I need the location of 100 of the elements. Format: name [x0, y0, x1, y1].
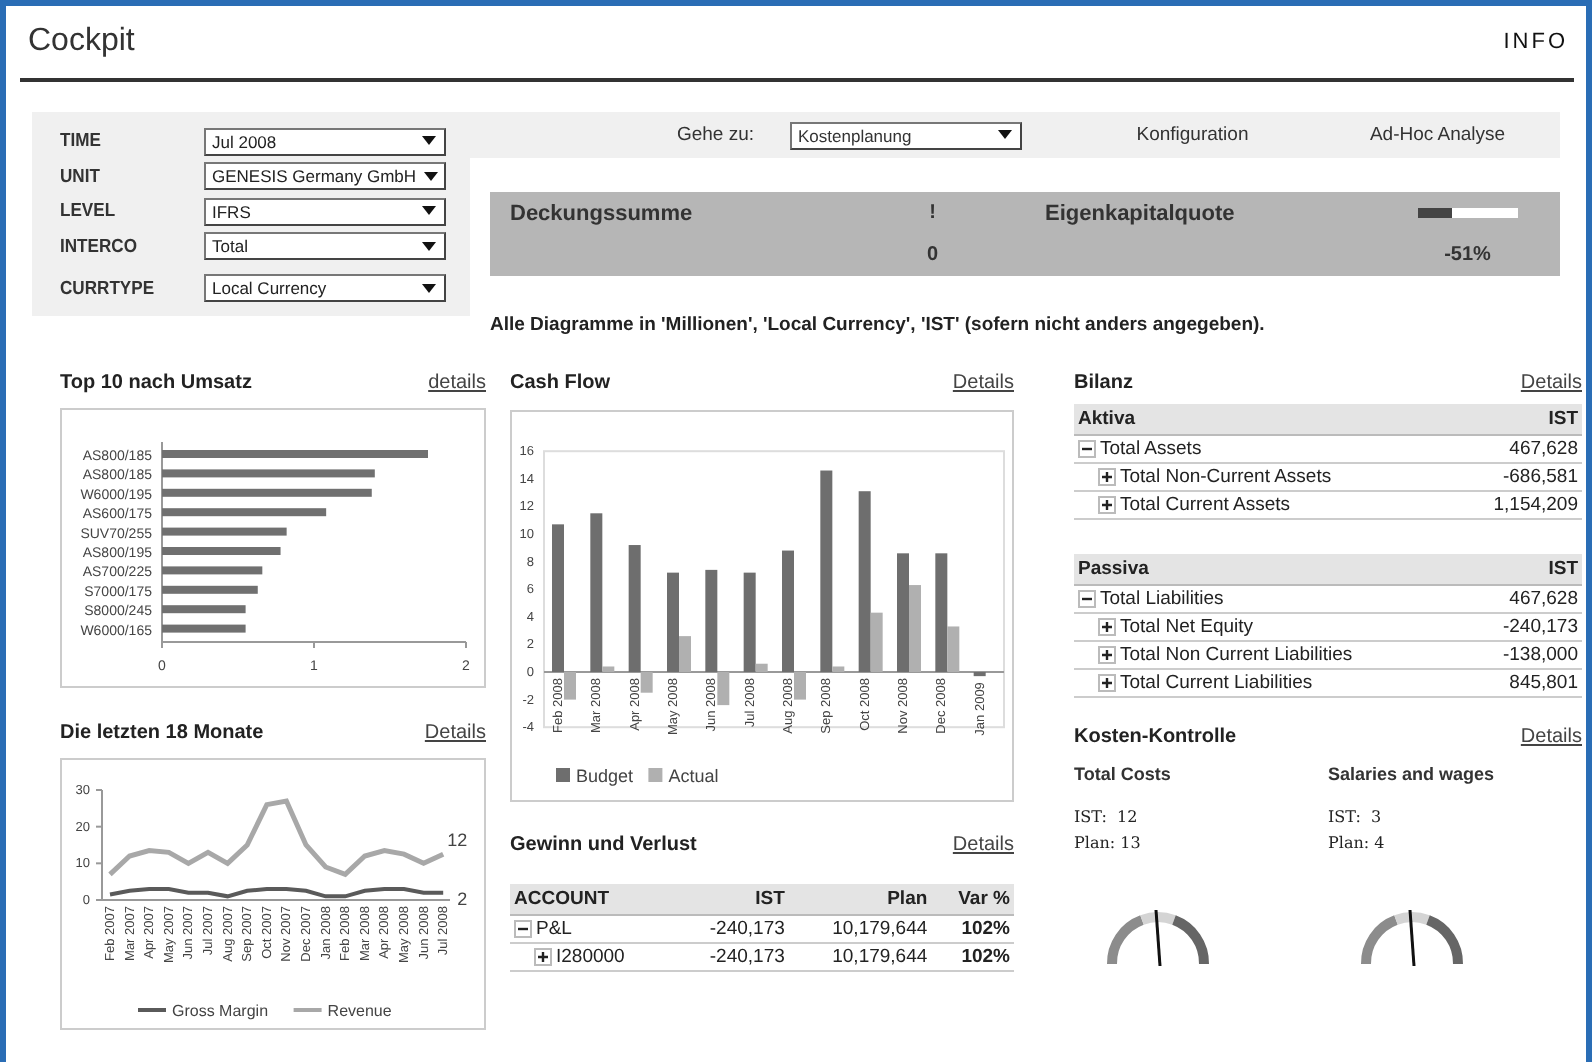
note-text: Alle Diagramme in 'Millionen', 'Local Currency', 'IST' (sofern nicht anders angegeben).: [490, 314, 1265, 336]
dropdown[interactable]: Kostenplanung: [790, 121, 1022, 149]
bar: [162, 624, 246, 633]
bar: [973, 672, 986, 677]
table-cell: 1,154,209: [1449, 491, 1582, 519]
details-link[interactable]: Details: [952, 372, 1014, 394]
account-name: Total Assets: [1100, 438, 1202, 460]
account-name: I280000: [556, 946, 625, 968]
bar: [162, 547, 281, 555]
account-name: Total Non Current Liabilities: [1120, 644, 1353, 666]
caret-icon: [422, 136, 436, 147]
panel-title: Kosten-Kontrolle: [1074, 726, 1237, 748]
collapse-icon[interactable]: [1078, 590, 1096, 608]
table-cell: 102%: [931, 943, 1014, 971]
dropdown[interactable]: Local Currency: [204, 274, 446, 302]
cost-value: IST: 3: [1328, 806, 1384, 830]
filter-label: INTERCO: [60, 235, 139, 258]
legend-label: Actual: [668, 766, 719, 786]
panel-title: Cash Flow: [510, 372, 611, 394]
goto-label: Gehe zu:: [674, 124, 756, 146]
expand-icon[interactable]: [1098, 618, 1116, 636]
section-header: Passiva: [1074, 554, 1467, 585]
value-label: 2: [457, 888, 468, 909]
logo: INFO: [1503, 30, 1568, 54]
legend-label: Revenue: [327, 1002, 392, 1020]
expand-icon[interactable]: [1098, 646, 1116, 664]
filter-label: UNIT: [60, 165, 102, 188]
cost-value: IST: 12: [1074, 806, 1140, 830]
panel-title: Gewinn und Verlust: [510, 834, 697, 856]
table-cell: 10,179,644: [788, 915, 932, 943]
bar: [162, 585, 258, 594]
gauge-drawing: [1361, 909, 1463, 967]
legend-swatch: [556, 768, 570, 782]
filter-label: LEVEL: [60, 200, 118, 223]
table-cell: -138,000: [1466, 641, 1582, 669]
table-cell: -240,173: [674, 943, 789, 971]
column-header: Plan: [788, 884, 932, 915]
cost-title: Salaries and wages: [1328, 764, 1497, 784]
nav-link[interactable]: Ad-Hoc Analyse: [1315, 124, 1560, 146]
column-header: IST: [1466, 554, 1582, 585]
details-link[interactable]: Details: [952, 834, 1014, 856]
kpi-value: 0: [924, 244, 941, 266]
collapse-icon[interactable]: [514, 920, 532, 938]
bar: [162, 605, 246, 614]
table-cell: 102%: [931, 915, 1014, 943]
legend-label: Budget: [576, 766, 634, 786]
column-header: IST: [1449, 404, 1582, 435]
cost-value: Plan: 4: [1328, 832, 1387, 856]
panel-title: Die letzten 18 Monate: [60, 722, 264, 744]
dropdown[interactable]: Jul 2008: [204, 127, 446, 156]
account-name: Total Current Liabilities: [1120, 672, 1313, 694]
panel-title: Bilanz: [1074, 372, 1133, 394]
bar: [162, 527, 287, 536]
caret-icon: [422, 206, 436, 217]
table-cell: 467,628: [1449, 435, 1582, 463]
panel-title: Top 10 nach Umsatz: [60, 372, 252, 394]
account-name: P&L: [536, 918, 572, 940]
cost-value: Plan: 13: [1074, 832, 1143, 856]
table-cell: -240,173: [674, 915, 789, 943]
table-cell: 845,801: [1466, 669, 1582, 697]
status-indicator: !: [927, 202, 938, 224]
column-header: ACCOUNT: [510, 884, 675, 915]
section-header: Aktiva: [1074, 404, 1450, 435]
details-link[interactable]: details: [428, 372, 486, 394]
nav-link[interactable]: Konfiguration: [1070, 124, 1315, 146]
legend-swatch: [648, 768, 663, 782]
table-cell: -240,173: [1466, 613, 1582, 641]
legend-label: Gross Margin: [172, 1002, 269, 1020]
caret-icon: [422, 241, 436, 252]
value-label: 12: [447, 830, 468, 851]
details-link[interactable]: Details: [1520, 372, 1582, 394]
caret-icon: [998, 130, 1012, 140]
column-header: Var %: [931, 884, 1014, 915]
account-name: Total Liabilities: [1100, 588, 1224, 610]
details-link[interactable]: Details: [424, 722, 486, 744]
dropdown[interactable]: GENESIS Germany GmbH: [204, 162, 446, 191]
collapse-icon[interactable]: [1078, 440, 1096, 458]
kpi-value: -51%: [1442, 244, 1493, 266]
column-header: IST: [674, 884, 789, 915]
account-name: Total Net Equity: [1120, 616, 1254, 638]
kpi-title: Deckungssumme: [510, 201, 695, 225]
kpi-title: Eigenkapitalquote: [1045, 201, 1237, 225]
account-name: Total Current Assets: [1120, 494, 1291, 516]
table-cell: 10,179,644: [788, 943, 932, 971]
gauge-drawing: [1107, 909, 1209, 967]
details-link[interactable]: Details: [1520, 726, 1582, 748]
filter-label: TIME: [60, 130, 103, 153]
account-name: Total Non-Current Assets: [1120, 466, 1332, 488]
dropdown[interactable]: IFRS: [204, 197, 446, 226]
expand-icon[interactable]: [1098, 496, 1116, 514]
page-title: Cockpit: [28, 24, 135, 60]
filter-label: CURRTYPE: [60, 277, 157, 299]
expand-icon[interactable]: [1098, 468, 1116, 486]
expand-icon[interactable]: [1098, 674, 1116, 692]
dropdown[interactable]: Total: [204, 232, 446, 261]
expand-icon[interactable]: [534, 948, 552, 966]
bar: [162, 566, 263, 575]
caret-icon: [424, 171, 439, 182]
table-cell: 467,628: [1466, 585, 1582, 613]
cost-title: Total Costs: [1074, 764, 1173, 784]
